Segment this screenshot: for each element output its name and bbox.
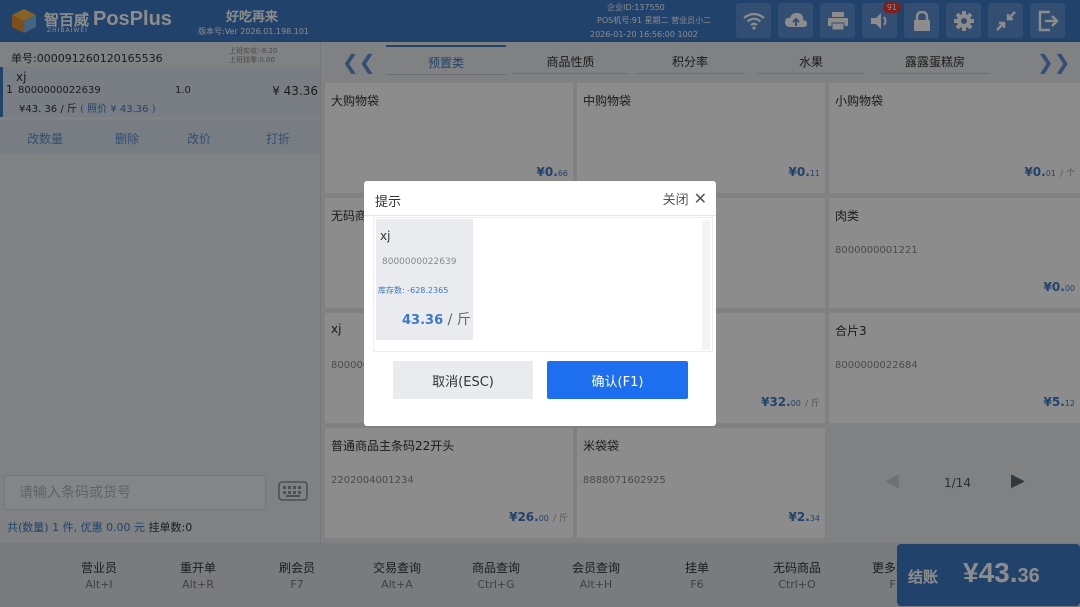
prompt-dialog: 提示 关闭 ✕ xj 8000000022639 库存数: -628.2365 4… [364, 181, 716, 426]
price-value: 43.36 [402, 313, 444, 328]
dialog-scrollbar[interactable] [702, 220, 710, 350]
dialog-product-card[interactable]: xj 8000000022639 库存数: -628.2365 43.36 / … [376, 219, 473, 340]
dialog-title: 提示 [375, 195, 402, 210]
cancel-button[interactable]: 取消(ESC) [393, 361, 533, 399]
dialog-product-name: xj [380, 229, 391, 243]
dialog-divider [364, 215, 716, 216]
dialog-close-button[interactable]: 关闭 ✕ [663, 189, 707, 208]
close-icon: ✕ [693, 189, 707, 208]
close-label: 关闭 [662, 193, 689, 208]
dialog-product-list: xj 8000000022639 库存数: -628.2365 43.36 / … [373, 217, 713, 352]
confirm-button[interactable]: 确认(F1) [547, 361, 688, 399]
dialog-product-code: 8000000022639 [382, 257, 457, 267]
price-unit: / 斤 [447, 312, 471, 328]
dialog-product-stock: 库存数: -628.2365 [378, 286, 449, 295]
dialog-product-price: 43.36 / 斤 [402, 309, 471, 329]
